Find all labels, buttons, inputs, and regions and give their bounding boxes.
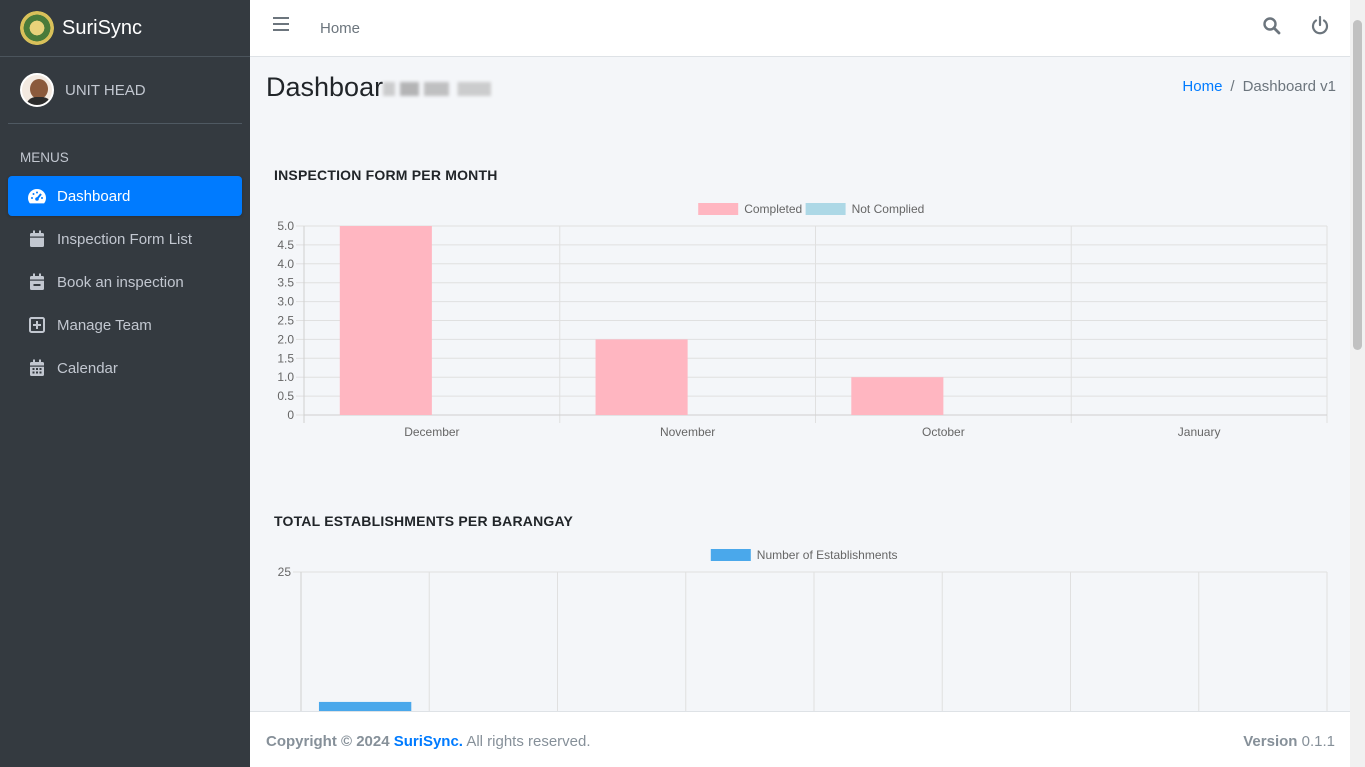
sidebar-item-label: Book an inspection bbox=[57, 273, 184, 291]
brand-name: SuriSync bbox=[62, 16, 143, 39]
footer-copyright: Copyright © 2024 SuriSync. All rights re… bbox=[266, 733, 591, 750]
legend-swatch bbox=[805, 203, 846, 215]
brand-link[interactable]: SuriSync bbox=[0, 0, 250, 57]
bar bbox=[318, 701, 412, 711]
y-tick-label: 2.0 bbox=[277, 332, 294, 346]
breadcrumb-separator: / bbox=[1230, 78, 1235, 95]
breadcrumb: Home / Dashboard v1 bbox=[1182, 78, 1336, 95]
footer: Copyright © 2024 SuriSync. All rights re… bbox=[250, 711, 1350, 767]
y-tick-label: 3.5 bbox=[277, 276, 294, 290]
footer-version: Version 0.1.1 bbox=[1243, 733, 1335, 750]
power-icon[interactable] bbox=[1310, 15, 1330, 35]
x-tick-label: December bbox=[404, 425, 459, 439]
sidebar-item-label: Calendar bbox=[57, 359, 118, 377]
y-tick-label: 1.0 bbox=[277, 370, 294, 384]
bar bbox=[339, 226, 432, 415]
sidebar-item-label: Manage Team bbox=[57, 316, 152, 334]
top-navbar: Home bbox=[250, 0, 1350, 57]
brand-logo bbox=[20, 11, 54, 45]
legend-label: Number of Establishments bbox=[757, 548, 898, 562]
calendar-grid-icon bbox=[27, 358, 47, 378]
menu-header: MENUS bbox=[20, 150, 69, 165]
sidebar-item-manage-team[interactable]: Manage Team bbox=[8, 305, 242, 345]
legend-label: Not Complied bbox=[852, 202, 925, 216]
establishments-chart: Number of Establishments 25 bbox=[266, 541, 1336, 711]
sidebar: SuriSync UNIT HEAD MENUS Dashboard Inspe… bbox=[0, 0, 250, 767]
inspection-chart: Completed Not Complied 5.0 4.5 4.0 3.5 3.0 2.5 2… bbox=[266, 195, 1336, 450]
calendar-minus-icon bbox=[27, 272, 47, 292]
y-tick-label: 0.5 bbox=[277, 389, 294, 403]
establishments-chart-title: TOTAL ESTABLISHMENTS PER BARANGAY bbox=[274, 513, 574, 529]
establishments-bar-chart: Number of Establishments 25 bbox=[278, 548, 1328, 711]
scrollbar-thumb[interactable] bbox=[1353, 20, 1362, 350]
y-tick-label: 4.0 bbox=[277, 257, 294, 271]
page-title: Dashboar bbox=[266, 72, 1336, 103]
plus-square-icon bbox=[27, 315, 47, 335]
y-tick-label: 1.5 bbox=[277, 351, 294, 365]
menu-toggle-icon[interactable] bbox=[273, 17, 289, 31]
calendar-icon bbox=[27, 229, 47, 249]
y-tick-label: 3.0 bbox=[277, 295, 294, 309]
title-redaction bbox=[383, 81, 504, 96]
x-tick-label: November bbox=[660, 425, 715, 439]
y-tick-label: 0 bbox=[287, 408, 294, 422]
legend-swatch bbox=[710, 549, 751, 561]
inspection-chart-title: INSPECTION FORM PER MONTH bbox=[274, 167, 498, 183]
y-tick-label: 2.5 bbox=[277, 314, 294, 328]
y-tick-label: 25 bbox=[278, 565, 292, 579]
y-tick-label: 4.5 bbox=[277, 238, 294, 252]
inspection-bar-chart: Completed Not Complied 5.0 4.5 4.0 3.5 3.0 2.5 2… bbox=[277, 202, 1328, 439]
breadcrumb-home-link[interactable]: Home bbox=[1182, 78, 1222, 95]
x-tick-label: January bbox=[1178, 425, 1221, 439]
search-icon[interactable] bbox=[1262, 16, 1282, 36]
bar bbox=[595, 339, 688, 415]
tachometer-icon bbox=[27, 186, 47, 206]
breadcrumb-current: Dashboard v1 bbox=[1242, 78, 1336, 95]
topbar-home-link[interactable]: Home bbox=[320, 20, 360, 37]
sidebar-nav: Dashboard Inspection Form List Book an i… bbox=[0, 176, 250, 388]
user-panel[interactable]: UNIT HEAD bbox=[8, 57, 242, 124]
user-role: UNIT HEAD bbox=[65, 81, 146, 99]
sidebar-item-label: Inspection Form List bbox=[57, 230, 193, 248]
sidebar-item-book-inspection[interactable]: Book an inspection bbox=[8, 262, 242, 302]
footer-brand-link[interactable]: SuriSync. bbox=[394, 733, 463, 750]
sidebar-item-label: Dashboard bbox=[57, 187, 131, 205]
bar bbox=[851, 377, 944, 415]
sidebar-item-inspection-form-list[interactable]: Inspection Form List bbox=[8, 219, 242, 259]
legend-label: Completed bbox=[744, 202, 802, 216]
content-header: Dashboar Home / Dashboard v1 bbox=[266, 72, 1336, 112]
y-tick-label: 5.0 bbox=[277, 219, 294, 233]
legend-swatch bbox=[698, 203, 739, 215]
sidebar-item-dashboard[interactable]: Dashboard bbox=[8, 176, 242, 216]
avatar bbox=[20, 73, 54, 107]
x-tick-label: October bbox=[922, 425, 965, 439]
sidebar-item-calendar[interactable]: Calendar bbox=[8, 348, 242, 388]
page-scrollbar[interactable] bbox=[1350, 0, 1365, 767]
